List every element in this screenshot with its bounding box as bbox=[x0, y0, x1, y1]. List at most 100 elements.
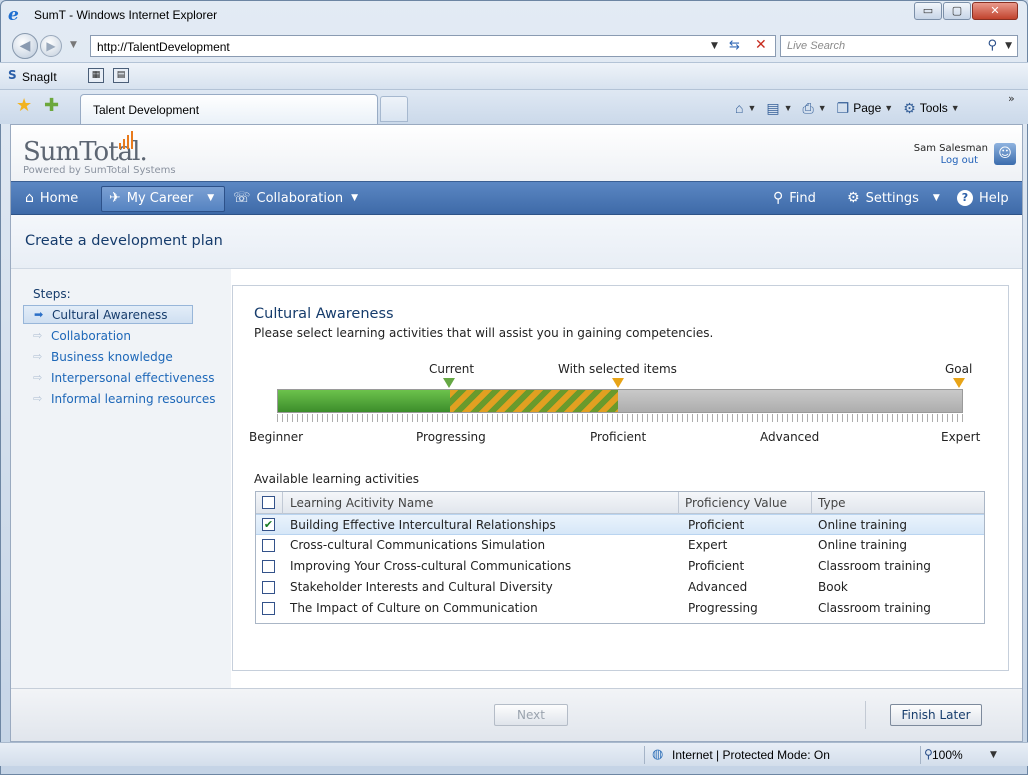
more-commands-icon[interactable]: » bbox=[1008, 92, 1015, 105]
settings-dropdown-icon[interactable]: ▼ bbox=[933, 193, 940, 203]
column-proficiency[interactable]: Proficiency Value bbox=[685, 496, 787, 510]
snagit-icon[interactable]: S bbox=[8, 68, 20, 82]
print-dropdown[interactable]: ▼ bbox=[818, 103, 827, 113]
ie-logo-icon: e bbox=[8, 5, 19, 25]
table-row[interactable]: Improving Your Cross-cultural Communicat… bbox=[256, 556, 984, 577]
settings-icon: ⚙ bbox=[847, 190, 860, 206]
step-interpersonal-effectiveness[interactable]: ⇨ Interpersonal effectiveness bbox=[23, 368, 231, 387]
home-dropdown[interactable]: ▼ bbox=[747, 103, 756, 113]
nav-collaboration[interactable]: ☏ Collaboration ▼ bbox=[233, 190, 358, 206]
print-icon[interactable]: ⎙ bbox=[803, 100, 814, 117]
row-checkbox[interactable] bbox=[262, 602, 275, 615]
globe-icon: ◍ bbox=[652, 747, 664, 762]
column-divider bbox=[678, 492, 679, 514]
tools-dropdown[interactable]: ▼ bbox=[951, 103, 960, 113]
page-dropdown[interactable]: ▼ bbox=[884, 103, 893, 113]
tools-icon[interactable]: ⚙ bbox=[903, 100, 916, 117]
step-business-knowledge[interactable]: ⇨ Business knowledge bbox=[23, 347, 231, 366]
activity-type: Classroom training bbox=[818, 559, 931, 573]
finish-later-button[interactable]: Finish Later bbox=[890, 704, 982, 726]
find-icon: ⚲ bbox=[773, 190, 784, 206]
scale-expert: Expert bbox=[941, 430, 981, 444]
address-dropdown-icon[interactable]: ▼ bbox=[711, 41, 718, 51]
user-avatar-icon[interactable]: ☺ bbox=[994, 143, 1016, 165]
activity-type: Book bbox=[818, 580, 848, 594]
marker-current-label: Current bbox=[429, 362, 475, 376]
close-button[interactable]: ✕ bbox=[972, 2, 1018, 20]
back-button[interactable]: ◀ bbox=[12, 33, 38, 59]
search-box[interactable]: Live Search ⚲ ▼ bbox=[780, 35, 1018, 57]
nav-settings[interactable]: ⚙ Settings ▼ bbox=[847, 190, 940, 206]
step-collaboration[interactable]: ⇨ Collaboration bbox=[23, 326, 231, 345]
address-bar[interactable]: http://TalentDevelopment ▼ ⇆ ✕ bbox=[90, 35, 776, 57]
favorites-star-icon[interactable]: ★ bbox=[16, 95, 32, 116]
scale-beginner: Beginner bbox=[249, 430, 304, 444]
refresh-icon[interactable]: ⇆ bbox=[729, 38, 740, 53]
column-divider bbox=[282, 492, 283, 514]
with-selected-marker-icon bbox=[612, 378, 624, 388]
step-informal-learning-resources[interactable]: ⇨ Informal learning resources bbox=[23, 389, 231, 408]
title-bar: e SumT - Windows Internet Explorer ▭ ▢ ✕ bbox=[0, 0, 1028, 30]
row-checkbox[interactable] bbox=[262, 560, 275, 573]
nav-my-career-button[interactable]: ✈ My Career ▼ bbox=[109, 190, 214, 206]
available-activities-label: Available learning activities bbox=[254, 472, 419, 486]
nav-find[interactable]: ⚲ Find bbox=[773, 190, 816, 206]
row-checkbox[interactable] bbox=[262, 539, 275, 552]
maximize-button[interactable]: ▢ bbox=[943, 2, 971, 20]
minimize-button[interactable]: ▭ bbox=[914, 2, 942, 20]
security-zone[interactable]: Internet | Protected Mode: On bbox=[672, 748, 830, 762]
zoom-dropdown-icon[interactable]: ▼ bbox=[990, 750, 997, 760]
row-checkbox[interactable]: ✔ bbox=[262, 518, 275, 531]
page-title: Create a development plan bbox=[25, 233, 223, 249]
stop-icon[interactable]: ✕ bbox=[755, 37, 767, 53]
search-options-icon[interactable]: ▼ bbox=[1005, 41, 1012, 51]
page-menu[interactable]: Page bbox=[853, 101, 881, 115]
new-tab-button[interactable] bbox=[380, 96, 408, 122]
add-favorite-icon[interactable]: ✚ bbox=[44, 95, 59, 116]
feeds-icon[interactable]: ▤ bbox=[766, 100, 779, 117]
table-row[interactable]: The Impact of Culture on Communication P… bbox=[256, 598, 984, 619]
tab-talent-development[interactable]: Talent Development bbox=[80, 94, 378, 124]
nav-home[interactable]: ⌂ Home bbox=[25, 190, 78, 206]
activity-name: Cross-cultural Communications Simulation bbox=[290, 538, 546, 552]
snagit-editor-icon[interactable]: ▤ bbox=[113, 68, 129, 83]
next-button[interactable]: Next bbox=[494, 704, 568, 726]
marker-with-selected-label: With selected items bbox=[558, 362, 677, 376]
table-row[interactable]: ✔ Building Effective Intercultural Relat… bbox=[256, 514, 984, 535]
address-text[interactable]: http://TalentDevelopment bbox=[97, 40, 230, 54]
main-nav: ⌂ Home ✈ My Career ▼ ☏ Collaboration ▼ ⚲… bbox=[11, 181, 1022, 215]
competency-panel: Cultural Awareness Please select learnin… bbox=[232, 285, 1009, 671]
nav-help-label: Help bbox=[979, 190, 1009, 206]
search-placeholder[interactable]: Live Search bbox=[787, 40, 845, 52]
column-name[interactable]: Learning Acitivity Name bbox=[290, 496, 433, 510]
user-name: Sam Salesman bbox=[913, 143, 988, 154]
tools-menu[interactable]: Tools bbox=[920, 101, 948, 115]
snagit-capture-icon[interactable]: ▦ bbox=[88, 68, 104, 83]
table-row[interactable]: Cross-cultural Communications Simulation… bbox=[256, 535, 984, 556]
my-career-dropdown-icon[interactable]: ▼ bbox=[207, 193, 214, 203]
table-row[interactable]: Stakeholder Interests and Cultural Diver… bbox=[256, 577, 984, 598]
tab-label: Talent Development bbox=[93, 103, 200, 117]
page-icon[interactable]: ❐ bbox=[837, 100, 850, 117]
competency-title: Cultural Awareness bbox=[254, 306, 394, 322]
select-all-checkbox[interactable] bbox=[262, 496, 275, 509]
nav-help[interactable]: ? Help bbox=[957, 190, 1009, 206]
logo-tagline: Powered by SumTotal Systems bbox=[23, 165, 176, 176]
forward-button[interactable]: ▶ bbox=[40, 35, 62, 57]
search-icon[interactable]: ⚲ bbox=[987, 38, 997, 53]
footer-divider bbox=[865, 701, 866, 729]
row-checkbox[interactable] bbox=[262, 581, 275, 594]
activity-proficiency: Progressing bbox=[688, 601, 758, 615]
activities-table: Learning Acitivity Name Proficiency Valu… bbox=[255, 491, 985, 624]
zoom-level[interactable]: 100% bbox=[932, 748, 963, 762]
activity-name: Building Effective Intercultural Relatio… bbox=[290, 518, 556, 532]
competency-description: Please select learning activities that w… bbox=[254, 326, 714, 340]
collaboration-dropdown-icon[interactable]: ▼ bbox=[351, 193, 358, 203]
recent-pages-dropdown[interactable]: ▼ bbox=[70, 40, 77, 50]
snagit-button[interactable]: SnagIt bbox=[22, 70, 57, 84]
feeds-dropdown[interactable]: ▼ bbox=[784, 103, 793, 113]
logout-link[interactable]: Log out bbox=[941, 155, 978, 166]
column-type[interactable]: Type bbox=[818, 496, 846, 510]
home-icon[interactable]: ⌂ bbox=[735, 100, 743, 116]
step-cultural-awareness[interactable]: ➡ Cultural Awareness bbox=[23, 305, 193, 324]
